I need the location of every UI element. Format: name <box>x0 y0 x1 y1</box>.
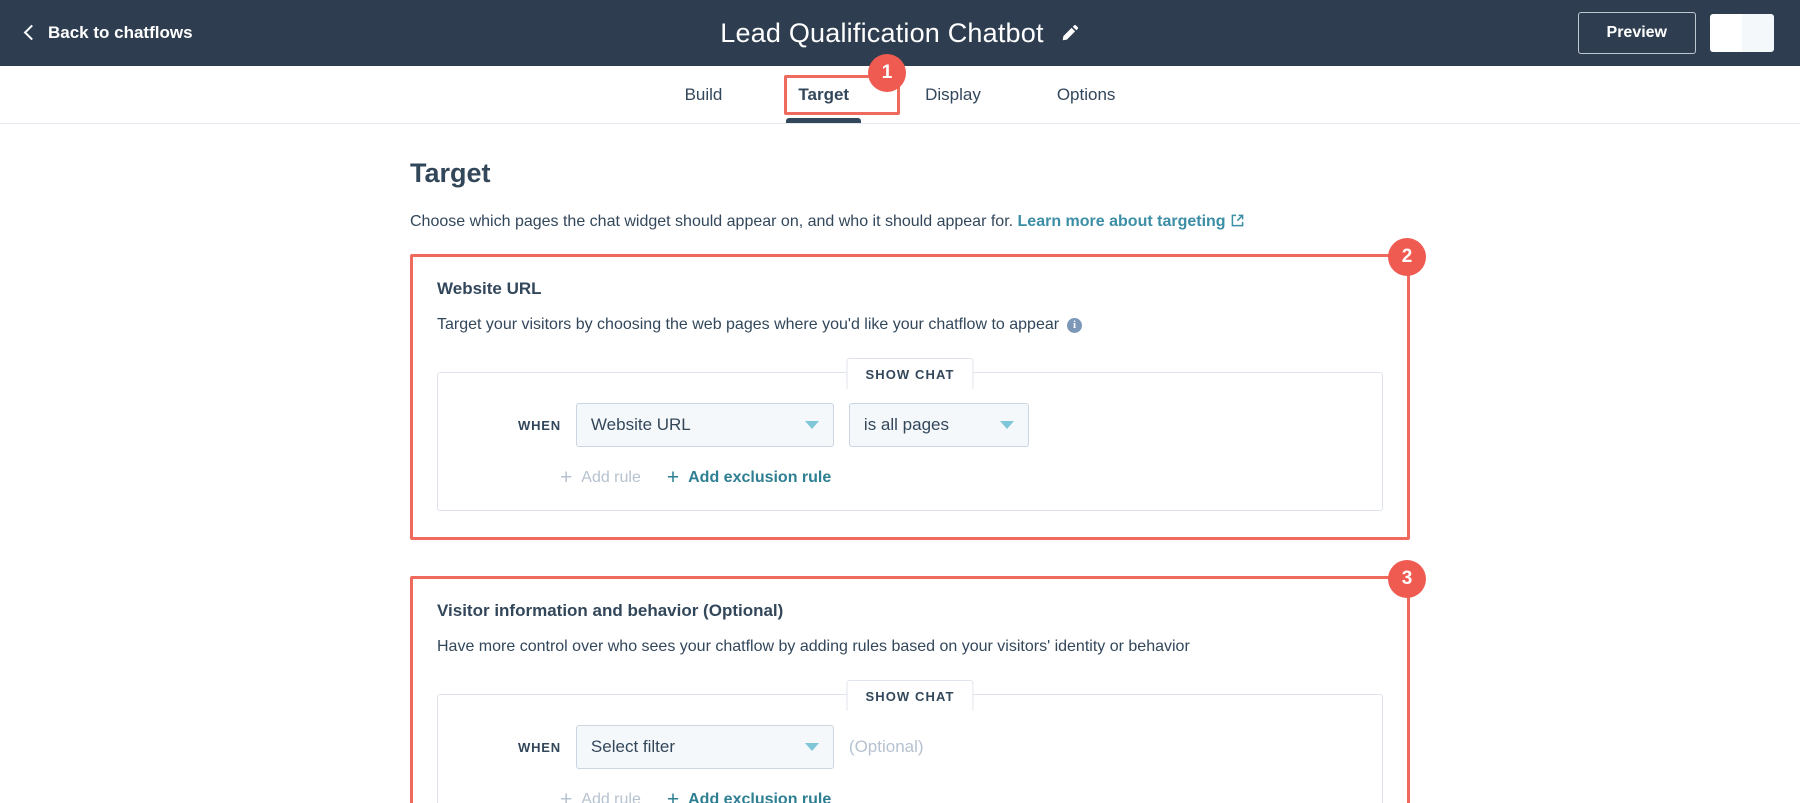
plus-icon: + <box>560 466 573 489</box>
external-link-icon[interactable] <box>1231 214 1244 232</box>
when-label-visitor: WHEN <box>518 739 561 755</box>
visitor-rule-row: WHEN Select filter (Optional) <box>462 725 1358 769</box>
tab-display-label: Display <box>925 84 981 104</box>
add-rule-label-website-url: Add rule <box>581 468 641 486</box>
visitor-section-description: Have more control over who sees your cha… <box>437 638 1383 656</box>
page-description: Choose which pages the chat widget shoul… <box>410 213 1410 232</box>
visitor-rule-container: SHOW CHAT WHEN Select filter (Optional) … <box>437 680 1383 803</box>
learn-more-targeting-link[interactable]: Learn more about targeting <box>1018 213 1226 230</box>
info-icon[interactable]: i <box>1067 317 1083 333</box>
corner-toggle-right[interactable] <box>1742 14 1774 52</box>
title-container: Lead Qualification Chatbot <box>0 0 1800 66</box>
annotation-badge-1: 1 <box>868 54 906 92</box>
visitor-rule-actions: + Add rule + Add exclusion rule <box>462 789 1358 803</box>
preview-button[interactable]: Preview <box>1577 12 1696 54</box>
chevron-down-icon <box>999 421 1014 429</box>
page-body: Target Choose which pages the chat widge… <box>0 124 1800 803</box>
website-url-section-title: Website URL <box>437 279 542 298</box>
plus-icon: + <box>666 788 680 803</box>
chevron-down-icon <box>804 421 819 429</box>
tab-build-label: Build <box>684 84 723 104</box>
plus-icon: + <box>560 788 573 803</box>
add-exclusion-rule-label-visitor: Add exclusion rule <box>688 790 832 803</box>
back-to-chatflows-button[interactable]: Back to chatflows <box>23 23 193 43</box>
add-rule-button-website-url[interactable]: + Add rule <box>560 467 641 488</box>
content-column: Target Choose which pages the chat widge… <box>410 124 1426 803</box>
website-url-rule-actions: + Add rule + Add exclusion rule <box>462 467 1358 488</box>
corner-toggle-widget[interactable] <box>1710 14 1774 52</box>
when-label-website-url: WHEN <box>518 417 561 433</box>
website-url-description-text: Target your visitors by choosing the web… <box>437 316 1060 333</box>
tab-build[interactable]: Build <box>647 66 761 123</box>
visitor-optional-hint: (Optional) <box>848 737 924 756</box>
website-url-operator-value: is all pages <box>863 415 949 434</box>
visitor-filter-value: Select filter <box>590 737 676 756</box>
chevron-down-icon <box>804 743 819 751</box>
visitor-description-text: Have more control over who sees your cha… <box>437 638 1190 655</box>
page-description-text: Choose which pages the chat widget shoul… <box>410 213 1018 230</box>
visitor-information-section: 3 Visitor information and behavior (Opti… <box>410 560 1426 803</box>
website-url-section-description: Target your visitors by choosing the web… <box>437 316 1383 334</box>
add-rule-button-visitor[interactable]: + Add rule <box>560 789 641 803</box>
website-url-section: 2 Website URL Target your visitors by ch… <box>410 238 1426 540</box>
website-url-operator-select[interactable]: is all pages <box>848 403 1029 447</box>
add-rule-label-visitor: Add rule <box>581 790 641 803</box>
tab-target-label: Target <box>798 84 850 104</box>
tab-options[interactable]: Options <box>1019 66 1154 123</box>
show-chat-tab-label-website-url[interactable]: SHOW CHAT <box>846 358 974 389</box>
tab-display[interactable]: Display <box>887 66 1019 123</box>
website-url-rule-container: SHOW CHAT WHEN Website URL is all pages <box>437 358 1383 511</box>
tab-bar: Build Target Display Options 1 <box>0 54 1800 124</box>
visitor-section-title: Visitor information and behavior (Option… <box>437 601 784 620</box>
visitor-filter-select[interactable]: Select filter <box>575 725 834 769</box>
website-url-filter-value: Website URL <box>590 415 691 434</box>
back-to-chatflows-label: Back to chatflows <box>48 23 193 42</box>
annotation-badge-3: 3 <box>1388 560 1426 598</box>
plus-icon: + <box>666 466 680 489</box>
topbar-actions: Preview <box>1577 12 1774 54</box>
website-url-filter-select[interactable]: Website URL <box>575 403 834 447</box>
pencil-icon[interactable] <box>1060 23 1080 43</box>
add-exclusion-rule-button-visitor[interactable]: + Add exclusion rule <box>667 789 831 803</box>
add-exclusion-rule-button-website-url[interactable]: + Add exclusion rule <box>667 467 831 488</box>
website-url-rule-box: WHEN Website URL is all pages + Add rule… <box>437 372 1383 511</box>
add-exclusion-rule-label-website-url: Add exclusion rule <box>688 468 832 486</box>
website-url-rule-row: WHEN Website URL is all pages <box>462 403 1358 447</box>
top-bar: Back to chatflows Lead Qualification Cha… <box>0 0 1800 66</box>
tab-options-label: Options <box>1056 84 1116 104</box>
chevron-left-icon <box>23 24 40 41</box>
annotation-badge-2: 2 <box>1388 238 1426 276</box>
chatflow-title: Lead Qualification Chatbot <box>720 17 1044 48</box>
corner-toggle-left[interactable] <box>1710 14 1742 52</box>
page-title: Target <box>410 158 491 188</box>
show-chat-tab-label-visitor[interactable]: SHOW CHAT <box>846 680 974 711</box>
